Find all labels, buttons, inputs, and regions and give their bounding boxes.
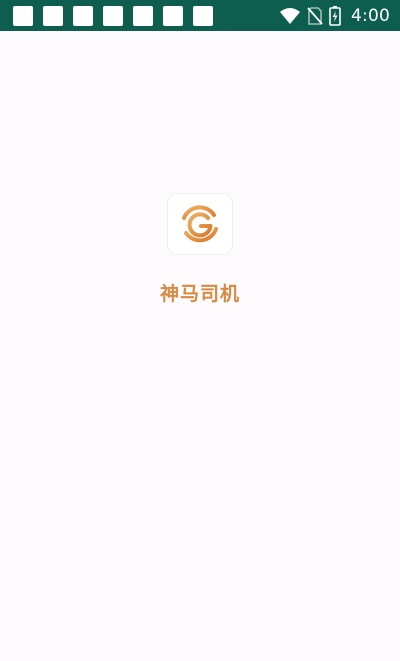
app-name: 神马司机 xyxy=(159,283,240,305)
status-bar: 4:00 xyxy=(0,0,400,31)
notification-icons xyxy=(13,5,213,26)
notification-icon xyxy=(163,5,183,26)
system-icons: 4:00 xyxy=(279,5,390,26)
notification-icon xyxy=(133,5,153,26)
notification-icon xyxy=(13,5,33,26)
splash-screen: 4:00 神马司机 xyxy=(0,0,400,661)
status-time: 4:00 xyxy=(351,5,390,26)
no-sim-icon xyxy=(307,6,323,25)
battery-charging-icon xyxy=(329,5,341,26)
app-logo-icon xyxy=(168,194,232,254)
notification-icon xyxy=(43,5,63,26)
wifi-icon xyxy=(279,7,301,25)
notification-icon xyxy=(73,5,93,26)
notification-icon xyxy=(193,5,213,26)
notification-icon xyxy=(103,5,123,26)
